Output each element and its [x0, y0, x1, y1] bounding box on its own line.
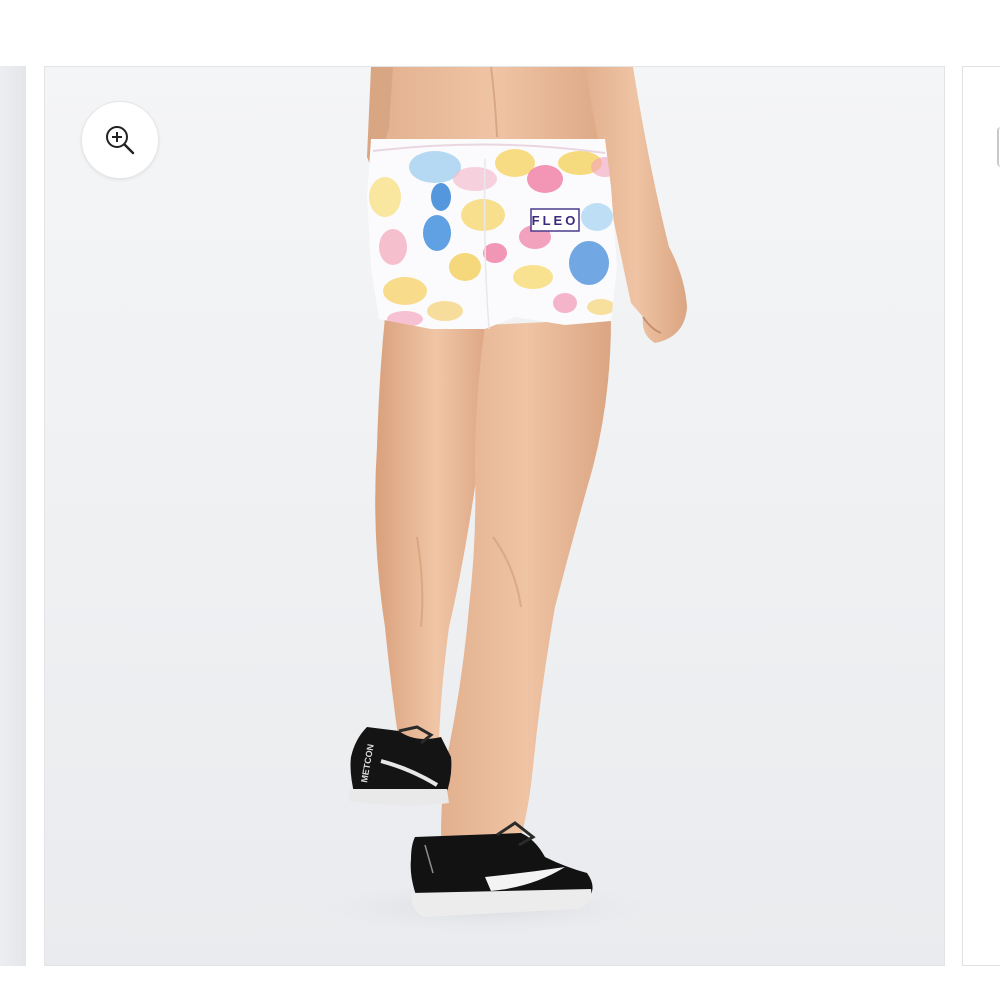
- brand-tag: FLEO: [532, 213, 579, 228]
- product-image-slide[interactable]: FLEO METCON: [44, 66, 945, 966]
- zoom-button[interactable]: [81, 101, 159, 179]
- product-photo: FLEO METCON: [305, 67, 687, 935]
- next-slide-peek[interactable]: [962, 66, 1000, 966]
- product-gallery-page: FLEO METCON: [0, 0, 1000, 1000]
- previous-slide-peek[interactable]: [0, 66, 26, 966]
- zoom-in-icon: [106, 126, 135, 155]
